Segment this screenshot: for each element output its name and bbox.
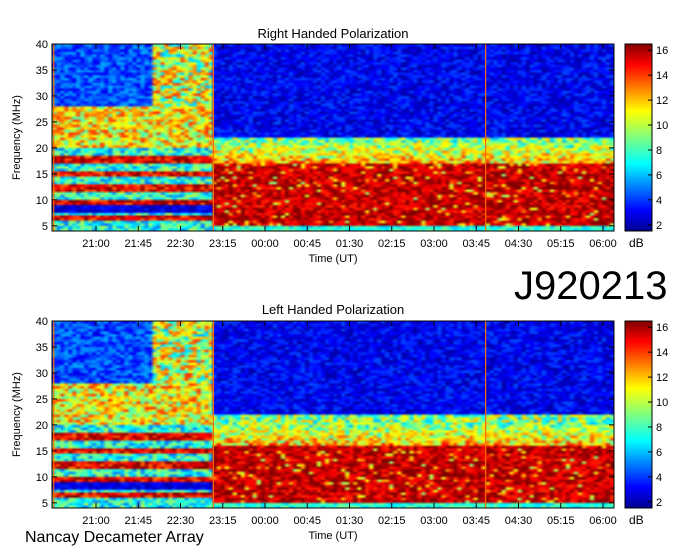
y-tick-label: 15 <box>36 169 48 181</box>
y-tick-label: 35 <box>36 342 48 354</box>
y-tick-label: 20 <box>36 143 48 155</box>
y-tick-label: 5 <box>42 221 48 233</box>
colorbar-tick-label: 10 <box>656 120 668 132</box>
x-tick-label: 01:30 <box>336 238 364 250</box>
x-tick-label: 06:00 <box>589 238 617 250</box>
x-tick-label: 21:45 <box>124 238 152 250</box>
y-tick-label: 25 <box>36 394 48 406</box>
colorbar-tick-label: 12 <box>656 372 668 384</box>
x-tick-label: 05:15 <box>547 238 575 250</box>
x-tick-label: 02:15 <box>378 238 406 250</box>
observation-id: J920213 <box>514 264 668 308</box>
colorbar-tick-label: 16 <box>656 45 668 57</box>
x-tick-label: 00:00 <box>251 238 279 250</box>
y-tick-label: 40 <box>36 39 48 51</box>
x-tick-label: 23:15 <box>209 238 237 250</box>
x-tick-label: 22:30 <box>167 515 195 527</box>
y-tick-label: 20 <box>36 420 48 432</box>
x-tick-label: 06:00 <box>589 515 617 527</box>
x-tick-label: 23:15 <box>209 515 237 527</box>
colorbar-tick-label: 6 <box>656 170 662 182</box>
y-tick-label: 10 <box>36 195 48 207</box>
x-tick-label: 02:15 <box>378 515 406 527</box>
colorbar-tick-label: 4 <box>656 472 662 484</box>
x-axis-label: Time (UT) <box>308 253 357 265</box>
x-tick-label: 21:00 <box>82 238 110 250</box>
x-tick-label: 00:45 <box>293 515 321 527</box>
x-tick-label: 21:00 <box>82 515 110 527</box>
instrument-label: Nancay Decameter Array <box>25 529 204 546</box>
colorbar-label: dB <box>629 236 644 250</box>
y-tick-label: 10 <box>36 472 48 484</box>
colorbar <box>624 43 653 232</box>
colorbar-tick-label: 12 <box>656 95 668 107</box>
colorbar-tick-label: 8 <box>656 145 662 157</box>
y-axis-label: Frequency (MHz) <box>11 95 23 180</box>
x-axis-label: Time (UT) <box>308 530 357 542</box>
y-tick-label: 30 <box>36 368 48 380</box>
colorbar-tick-label: 10 <box>656 397 668 409</box>
colorbar-tick-label: 14 <box>656 347 668 359</box>
panel-title: Right Handed Polarization <box>257 26 408 41</box>
y-axis-label: Frequency (MHz) <box>11 372 23 457</box>
x-tick-label: 04:30 <box>505 515 533 527</box>
y-tick-label: 25 <box>36 117 48 129</box>
x-tick-label: 03:00 <box>420 238 448 250</box>
x-tick-label: 03:45 <box>462 515 490 527</box>
panel-right-polarization: Right Handed Polarization510152025303540… <box>11 26 668 265</box>
x-tick-label: 04:30 <box>505 238 533 250</box>
x-tick-label: 22:30 <box>167 238 195 250</box>
colorbar-tick-label: 6 <box>656 447 662 459</box>
colorbar-label: dB <box>629 513 644 527</box>
colorbar-tick-label: 14 <box>656 70 668 82</box>
x-tick-label: 03:00 <box>420 515 448 527</box>
colorbar <box>624 320 653 509</box>
panel-title: Left Handed Polarization <box>262 302 404 317</box>
colorbar-tick-label: 2 <box>656 497 662 509</box>
x-tick-label: 00:45 <box>293 238 321 250</box>
colorbar-tick-label: 2 <box>656 220 662 232</box>
colorbar-tick-label: 8 <box>656 422 662 434</box>
y-tick-label: 5 <box>42 498 48 510</box>
x-tick-label: 21:45 <box>124 515 152 527</box>
x-tick-label: 01:30 <box>336 515 364 527</box>
colorbar-tick-label: 16 <box>656 322 668 334</box>
x-tick-label: 05:15 <box>547 515 575 527</box>
y-tick-label: 15 <box>36 446 48 458</box>
y-tick-label: 40 <box>36 316 48 328</box>
panel-left-polarization: Left Handed Polarization 5 10 15 20 25 30 35 40 F… <box>11 302 668 542</box>
x-tick-label: 00:00 <box>251 515 279 527</box>
y-tick-label: 30 <box>36 91 48 103</box>
spectrogram-heatmap <box>52 321 614 508</box>
spectrogram-heatmap <box>52 44 614 231</box>
y-tick-label: 35 <box>36 65 48 77</box>
x-tick-label: 03:45 <box>462 238 490 250</box>
colorbar-tick-label: 4 <box>656 195 662 207</box>
